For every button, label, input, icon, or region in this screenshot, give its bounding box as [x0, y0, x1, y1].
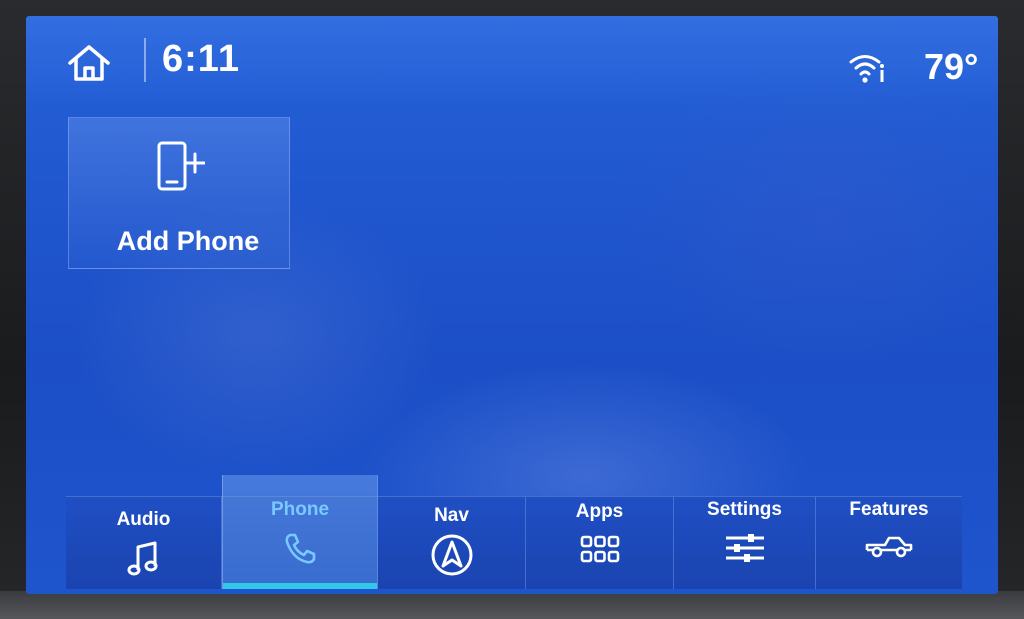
- nav-item-settings[interactable]: Settings: [674, 497, 816, 589]
- add-phone-icon: [157, 141, 205, 191]
- nav-item-nav[interactable]: Nav: [378, 497, 526, 589]
- nav-item-label: Phone: [270, 499, 330, 520]
- navigation-arrow-icon: [431, 534, 472, 576]
- nav-item-phone[interactable]: Phone: [222, 475, 378, 589]
- settings-sliders-icon: [725, 534, 764, 562]
- truck-icon: [865, 536, 913, 558]
- nav-item-apps[interactable]: Apps: [526, 497, 674, 589]
- bottom-nav-bar: Audio Phone Nav Apps Settings Features: [66, 475, 962, 589]
- apps-grid-icon: [580, 535, 619, 563]
- home-icon: [68, 45, 110, 81]
- phone-handset-icon: [285, 533, 316, 564]
- add-phone-tile[interactable]: Add Phone: [68, 117, 290, 269]
- dash-trim: [0, 591, 1024, 619]
- nav-item-features[interactable]: Features: [816, 497, 962, 589]
- home-button[interactable]: [62, 38, 116, 88]
- music-note-icon: [127, 541, 157, 576]
- nav-item-label: Settings: [707, 499, 782, 520]
- nav-item-label: Features: [849, 499, 929, 520]
- nav-item-label: Nav: [434, 505, 469, 526]
- wifi-status-button[interactable]: [848, 50, 888, 86]
- clock: 6:11: [162, 38, 240, 80]
- nav-item-audio[interactable]: Audio: [66, 497, 222, 589]
- nav-item-label: Audio: [116, 509, 171, 530]
- status-divider: [144, 38, 146, 82]
- wifi-info-icon: [849, 55, 884, 83]
- outside-temperature: 79°: [924, 46, 979, 87]
- add-phone-label: Add Phone: [116, 226, 260, 256]
- nav-item-label: Apps: [575, 501, 624, 522]
- active-tab-indicator: [223, 583, 377, 589]
- infotainment-screen: 6:11 79° Add Phone Audio Phone Nav Apps …: [26, 16, 998, 594]
